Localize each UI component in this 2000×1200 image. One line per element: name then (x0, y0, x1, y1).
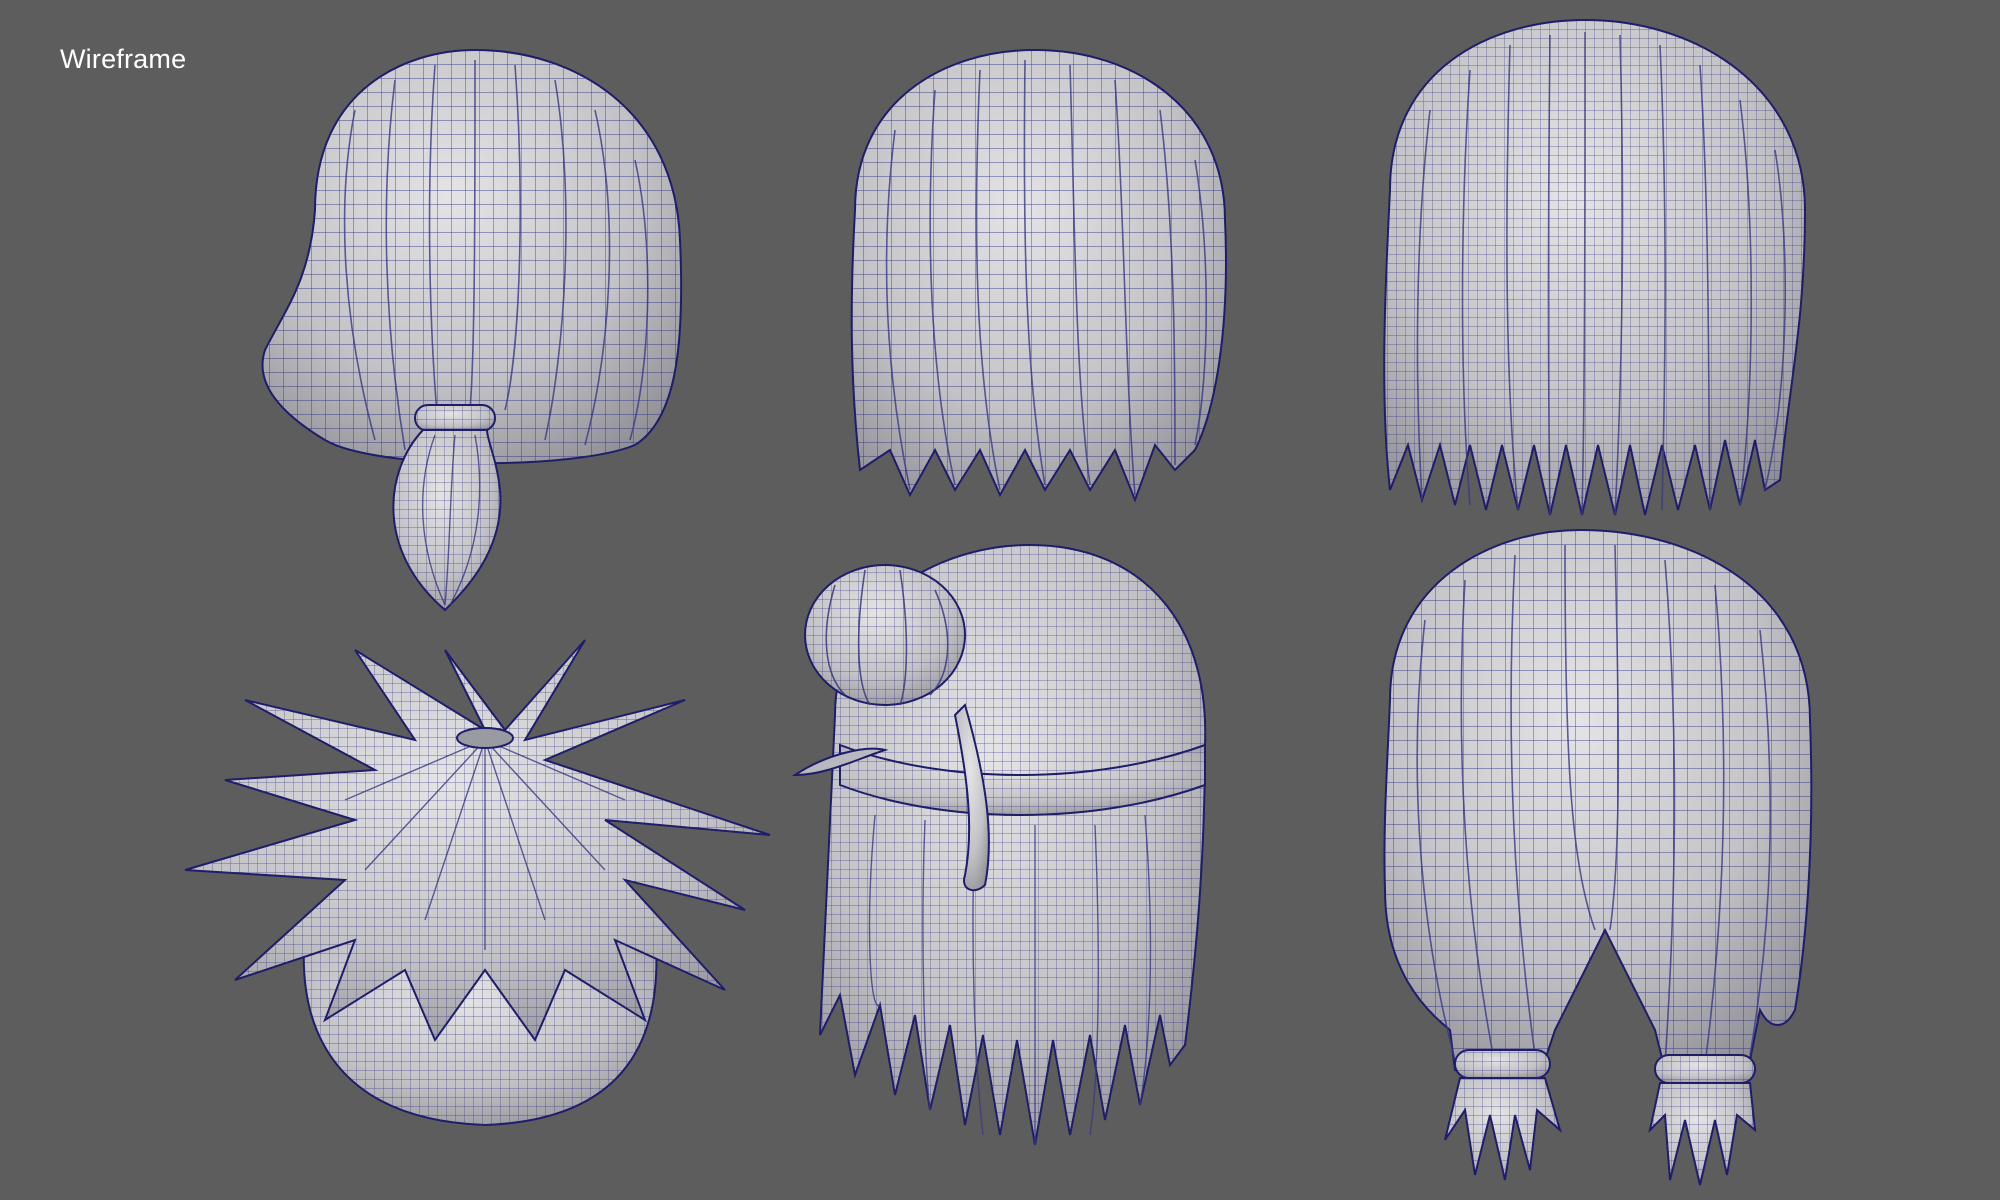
3d-viewport[interactable]: Wireframe (0, 0, 2000, 1200)
hair-model-long-straight[interactable] (1360, 18, 1815, 520)
display-mode-label: Wireframe (60, 44, 187, 74)
hair-model-medium-straight[interactable] (835, 48, 1235, 505)
hair-model-half-up-bun[interactable] (791, 543, 1240, 1165)
hair-model-twin-tails[interactable] (1365, 528, 1820, 1190)
hair-model-spiky[interactable] (184, 620, 780, 1130)
hair-model-ponytail[interactable] (255, 48, 695, 620)
